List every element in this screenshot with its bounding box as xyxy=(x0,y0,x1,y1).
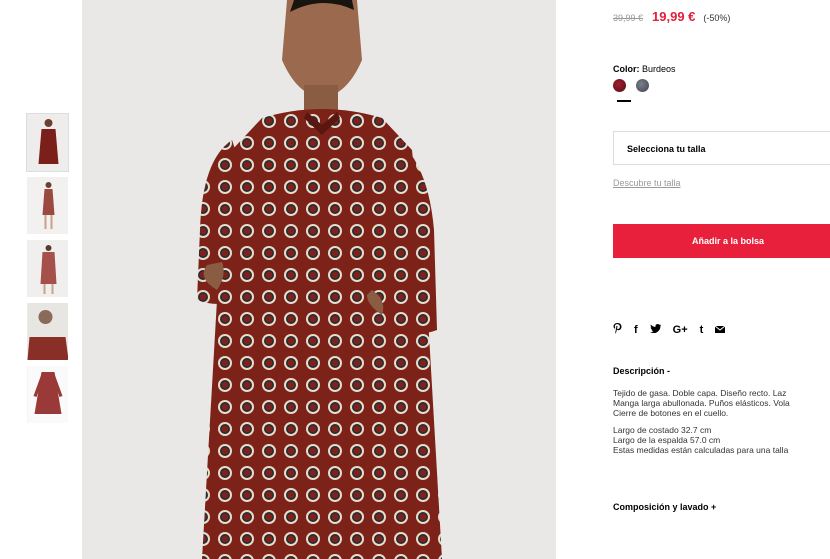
desc-line-3: Cierre de botones en el cuello. xyxy=(613,408,729,418)
selected-swatch-indicator xyxy=(617,100,631,102)
desc-line-1: Tejido de gasa. Doble capa. Diseño recto… xyxy=(613,388,787,398)
twitter-icon[interactable] xyxy=(649,324,661,336)
social-share-bar: f G+ t xyxy=(613,323,737,337)
composition-toggle[interactable]: Composición y lavado + xyxy=(613,502,716,512)
thumbnail-full[interactable] xyxy=(27,177,68,234)
old-price: 39,99 € xyxy=(613,13,644,23)
dress-figure-icon xyxy=(27,177,68,234)
dress-figure-icon xyxy=(27,114,68,171)
description-title[interactable]: Descripción - xyxy=(613,366,670,376)
google-plus-icon[interactable]: G+ xyxy=(673,324,688,336)
facebook-icon[interactable]: f xyxy=(634,324,638,336)
size-guide-link[interactable]: Descubre tu talla xyxy=(613,178,681,188)
size-select[interactable]: Selecciona tu talla xyxy=(613,131,830,165)
thumbnail-front[interactable] xyxy=(26,113,69,172)
dress-figure-icon xyxy=(27,303,68,360)
desc-line-4: Largo de costado 32.7 cm xyxy=(613,425,712,435)
thumbnail-flat[interactable] xyxy=(27,366,68,423)
tumblr-icon[interactable]: t xyxy=(700,324,704,336)
desc-line-5: Largo de la espalda 57.0 cm xyxy=(613,435,721,445)
color-swatches xyxy=(613,79,659,92)
discount-badge: (-50%) xyxy=(703,13,731,23)
description-text: Tejido de gasa. Doble capa. Diseño recto… xyxy=(613,388,830,462)
price-row: 39,99 € 19,99 € (-50%) xyxy=(613,9,730,24)
dress-model-icon xyxy=(82,0,556,559)
desc-line-2: Manga larga abullonada. Puños elásticos.… xyxy=(613,398,790,408)
thumbnail-detail[interactable] xyxy=(27,303,68,360)
dress-figure-icon xyxy=(27,366,68,423)
thumbnail-back[interactable] xyxy=(27,240,68,297)
sale-price: 19,99 € xyxy=(652,9,696,24)
color-value: Burdeos xyxy=(642,64,676,74)
color-label-key: Color: xyxy=(613,64,640,74)
swatch-burgundy[interactable] xyxy=(613,79,626,92)
add-to-bag-button[interactable]: Añadir a la bolsa xyxy=(613,224,830,258)
desc-line-6: Estas medidas están calculadas para una … xyxy=(613,445,789,455)
email-icon[interactable] xyxy=(715,324,726,336)
color-label: Color: Burdeos xyxy=(613,64,676,74)
swatch-grey[interactable] xyxy=(636,79,649,92)
thumbnail-strip xyxy=(26,113,69,429)
product-main-image[interactable] xyxy=(82,0,556,559)
dress-figure-icon xyxy=(27,240,68,297)
pinterest-icon[interactable] xyxy=(613,323,622,337)
